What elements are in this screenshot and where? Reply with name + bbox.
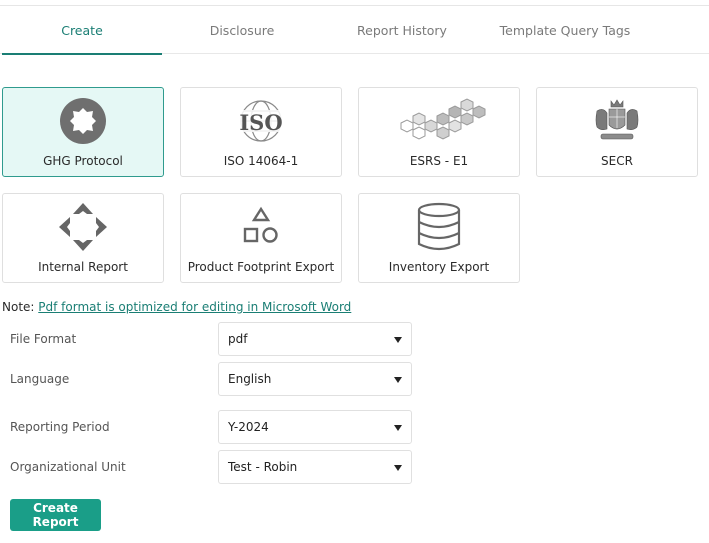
create-report-button[interactable]: Create Report	[10, 499, 101, 531]
report-card-inventory-export[interactable]: Inventory Export	[358, 193, 520, 283]
report-card-ghg-protocol[interactable]: GHG Protocol	[2, 87, 164, 177]
file-format-value: pdf	[228, 332, 248, 346]
iso-logo-icon: ISO	[181, 96, 341, 146]
note-prefix: Note:	[2, 300, 39, 314]
org-unit-select[interactable]: Test - Robin	[218, 450, 412, 484]
diamond-arrows-icon	[3, 202, 163, 252]
report-card-iso-14064-1[interactable]: ISO ISO 14064-1	[180, 87, 342, 177]
report-card-label: SECR	[601, 154, 633, 168]
caret-down-icon	[394, 377, 402, 383]
caret-down-icon	[394, 465, 402, 471]
tab-create[interactable]: Create	[2, 6, 162, 55]
shapes-icon	[181, 202, 341, 252]
caret-down-icon	[394, 425, 402, 431]
report-card-label: Product Footprint Export	[187, 260, 335, 274]
file-format-select[interactable]: pdf	[218, 322, 412, 356]
report-card-label: Inventory Export	[388, 260, 490, 274]
report-card-label: ISO 14064-1	[223, 154, 299, 168]
reporting-period-select[interactable]: Y-2024	[218, 410, 412, 444]
language-label: Language	[10, 372, 70, 386]
reporting-period-value: Y-2024	[228, 420, 269, 434]
report-card-label: GHG Protocol	[43, 154, 123, 168]
language-select[interactable]: English	[218, 362, 412, 396]
format-note: Note: Pdf format is optimized for editin…	[2, 300, 351, 314]
report-card-esrs-e1[interactable]: ESRS - E1	[358, 87, 520, 177]
note-link[interactable]: Pdf format is optimized for editing in M…	[38, 300, 351, 314]
report-card-label: ESRS - E1	[409, 154, 469, 168]
file-format-label: File Format	[10, 332, 77, 346]
org-unit-label: Organizational Unit	[10, 460, 126, 474]
royal-crest-icon	[537, 96, 697, 146]
ghg-protocol-icon	[3, 96, 163, 146]
tab-report-history[interactable]: Report History	[322, 6, 482, 54]
tab-template-query-tags[interactable]: Template Query Tags	[485, 6, 645, 54]
report-card-secr[interactable]: SECR	[536, 87, 698, 177]
caret-down-icon	[394, 337, 402, 343]
tab-disclosure[interactable]: Disclosure	[162, 6, 322, 54]
reporting-period-label: Reporting Period	[10, 420, 110, 434]
report-card-internal-report[interactable]: Internal Report	[2, 193, 164, 283]
iso-logo-text: ISO	[239, 110, 282, 135]
database-icon	[359, 202, 519, 252]
language-value: English	[228, 372, 272, 386]
report-card-product-footprint-export[interactable]: Product Footprint Export	[180, 193, 342, 283]
org-unit-value: Test - Robin	[228, 460, 298, 474]
tab-bar: Create Disclosure Report History Templat…	[0, 6, 709, 55]
hexagons-icon	[359, 96, 519, 146]
report-card-label: Internal Report	[38, 260, 128, 274]
